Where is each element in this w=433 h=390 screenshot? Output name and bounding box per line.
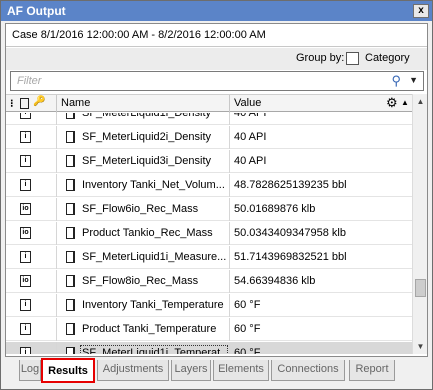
- tab-log[interactable]: Log: [19, 360, 41, 381]
- row-value: 48.7828625139235 bbl: [234, 179, 347, 191]
- attribute-icon: [66, 113, 75, 119]
- table-row[interactable]: i SF_MeterLiquid1i_Measure... 51.714396983…: [6, 246, 412, 269]
- attribute-type-icon: i: [20, 347, 31, 354]
- tab-results[interactable]: Results: [41, 358, 95, 383]
- attribute-type-icon: i: [20, 299, 31, 311]
- row-name: SF_MeterLiquid1i_Measure...: [82, 251, 226, 263]
- row-value: 60 °F: [234, 347, 261, 354]
- attribute-type-icon: i: [20, 113, 31, 119]
- row-name: Inventory Tanki_Temperature: [82, 299, 224, 311]
- row-value: 51.7143969832521 bbl: [234, 251, 347, 263]
- row-name: Inventory Tanki_Net_Volum...: [82, 179, 225, 191]
- table-row[interactable]: i Product Tanki_Temperature 60 °F: [6, 318, 412, 341]
- category-checkbox[interactable]: [346, 52, 359, 65]
- filter-input[interactable]: Filter ⚲ ▼: [10, 71, 424, 91]
- attribute-icon: [66, 203, 75, 215]
- row-name: Product Tanki_Temperature: [82, 323, 217, 335]
- vertical-scrollbar[interactable]: ▲ ▼: [412, 94, 427, 354]
- row-name: SF_MeterLiquid3i_Density: [82, 155, 212, 167]
- row-value: 60 °F: [234, 323, 261, 335]
- tab-connections[interactable]: Connections: [271, 360, 345, 381]
- lock-column-icon[interactable]: 🔑: [33, 96, 45, 107]
- table-row[interactable]: i SF_MeterLiquid1i_Density 40 API: [6, 113, 412, 125]
- category-checkbox-label[interactable]: Category: [365, 52, 410, 64]
- group-by-label: Group by:: [296, 52, 345, 64]
- sort-up-icon[interactable]: ▲: [401, 98, 409, 107]
- table-row[interactable]: i SF_MeterLiquid2i_Density 40 API: [6, 126, 412, 149]
- attribute-icon: [66, 179, 75, 191]
- row-value: 50.01689876 klb: [234, 203, 316, 215]
- name-column-header[interactable]: Name: [61, 97, 90, 109]
- row-name: SF_MeterLiquid1i_Density: [82, 113, 212, 119]
- status-column-icon[interactable]: ⁝: [10, 97, 14, 110]
- row-value: 54.66394836 klb: [234, 275, 316, 287]
- table-row[interactable]: io SF_Flow8io_Rec_Mass 54.66394836 klb: [6, 270, 412, 293]
- attribute-type-icon: i: [20, 251, 31, 263]
- attribute-icon: [66, 251, 75, 263]
- attribute-type-icon: io: [20, 275, 31, 287]
- attribute-icon: [66, 299, 75, 311]
- tab-bar: Log Results Adjustments Layers Elements Conne…: [5, 358, 428, 384]
- filter-placeholder: Filter: [17, 75, 42, 87]
- tab-adjustments[interactable]: Adjustments: [97, 360, 169, 381]
- attribute-icon: [66, 347, 75, 354]
- af-output-window: AF Output x Case 8/1/2016 12:00:00 AM - …: [0, 0, 433, 390]
- scroll-down-icon[interactable]: ▼: [415, 341, 426, 352]
- row-value: 40 API: [234, 113, 267, 119]
- row-name: Product Tankio_Rec_Mass: [82, 227, 213, 239]
- gear-icon[interactable]: ⚙: [386, 95, 398, 111]
- group-by-bar: Group by: Category: [6, 48, 427, 70]
- attribute-type-icon: io: [20, 227, 31, 239]
- search-icon[interactable]: ⚲: [391, 73, 401, 89]
- row-name: SF_MeterLiquid1i_Temperat...: [80, 345, 228, 354]
- table-row[interactable]: i Inventory Tanki_Temperature 60 °F: [6, 294, 412, 317]
- row-value: 60 °F: [234, 299, 261, 311]
- tab-layers[interactable]: Layers: [171, 360, 211, 381]
- divider: [6, 46, 427, 47]
- row-name: SF_MeterLiquid2i_Density: [82, 131, 212, 143]
- table-row[interactable]: i SF_MeterLiquid1i_Temperat... 60 °F: [6, 342, 412, 354]
- type-column-icon[interactable]: [20, 98, 29, 109]
- close-button[interactable]: x: [413, 4, 429, 18]
- table-row[interactable]: io SF_Flow6io_Rec_Mass 50.01689876 klb: [6, 198, 412, 221]
- attribute-type-icon: i: [20, 179, 31, 191]
- table-row[interactable]: io Product Tankio_Rec_Mass 50.034340934795…: [6, 222, 412, 245]
- scroll-thumb[interactable]: [415, 279, 426, 297]
- attribute-icon: [66, 275, 75, 287]
- row-value: 40 API: [234, 155, 267, 167]
- window-title: AF Output: [7, 4, 66, 18]
- attribute-icon: [66, 155, 75, 167]
- attribute-icon: [66, 131, 75, 143]
- value-column-header[interactable]: Value: [234, 97, 261, 109]
- attribute-icon: [66, 323, 75, 335]
- attribute-type-icon: io: [20, 203, 31, 215]
- row-value: 40 API: [234, 131, 267, 143]
- grid-header: ⁝ 🔑 Name Value ⚙ ▲: [6, 94, 412, 113]
- case-range: Case 8/1/2016 12:00:00 AM - 8/2/2016 12:…: [12, 29, 266, 41]
- grid-rows: i SF_MeterLiquid1i_Density 40 API i SF_Meter…: [6, 113, 412, 354]
- attribute-type-icon: i: [20, 155, 31, 167]
- row-name: SF_Flow6io_Rec_Mass: [82, 203, 199, 215]
- attribute-icon: [66, 227, 75, 239]
- table-row[interactable]: i Inventory Tanki_Net_Volum... 48.78286251…: [6, 174, 412, 197]
- output-panel: Case 8/1/2016 12:00:00 AM - 8/2/2016 12:…: [5, 23, 428, 357]
- row-name: SF_Flow8io_Rec_Mass: [82, 275, 199, 287]
- attribute-type-icon: i: [20, 131, 31, 143]
- title-bar[interactable]: AF Output x: [1, 1, 432, 21]
- tab-elements[interactable]: Elements: [213, 360, 269, 381]
- scroll-up-icon[interactable]: ▲: [415, 96, 426, 107]
- attribute-type-icon: i: [20, 323, 31, 335]
- results-grid: ⁝ 🔑 Name Value ⚙ ▲ i SF_MeterLiquid1i_Den…: [6, 94, 427, 356]
- chevron-down-icon[interactable]: ▼: [409, 75, 418, 85]
- tab-report[interactable]: Report: [349, 360, 395, 381]
- row-value: 50.0343409347958 klb: [234, 227, 346, 239]
- table-row[interactable]: i SF_MeterLiquid3i_Density 40 API: [6, 150, 412, 173]
